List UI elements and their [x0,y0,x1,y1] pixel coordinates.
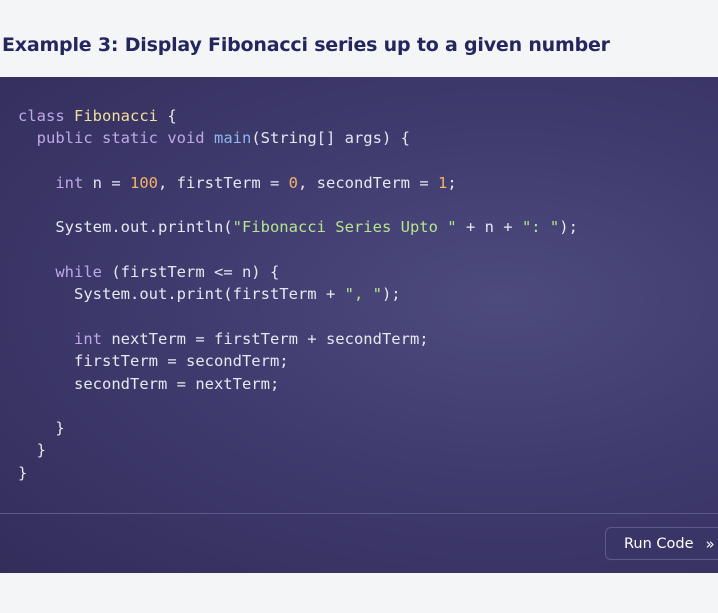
code-text: (firstTerm <= n) { [102,263,280,282]
class-name: Fibonacci [74,107,159,125]
code-line-6: System.out.print(firstTerm + ", "); [74,285,401,303]
closing-brace-main: } [36,441,47,460]
string-literal: ": " [521,218,560,237]
code-line-2: public static void main(String[] args) { [37,129,410,147]
code-text: nextTerm = firstTerm + secondTerm; [102,329,429,348]
keyword-class: class [18,107,65,125]
panel-divider [0,513,718,514]
code-line-3: int n = 100, firstTerm = 0, secondTerm =… [55,174,456,192]
closing-brace-class: } [18,463,28,482]
double-chevron-right-icon: » [705,534,715,553]
bottom-strip [0,573,718,613]
code-text: + n + [456,218,522,237]
keyword-int: int [74,329,102,348]
code-text: ); [559,218,578,237]
code-text: , firstTerm = [158,173,289,192]
code-text: System.out.print(firstTerm + [74,285,345,304]
string-literal: ", " [344,285,382,304]
string-literal: "Fibonacci Series Upto " [232,218,457,237]
page: Example 3: Display Fibonacci series up t… [0,0,718,613]
number-literal: 100 [130,173,158,192]
code-line-5: while (firstTerm <= n) { [55,263,279,281]
keyword-int: int [55,173,84,192]
code-text: , secondTerm = [298,173,438,192]
code-line-1: class Fibonacci { [18,107,177,125]
code-block: class Fibonacci { public static void mai… [18,105,578,484]
code-line-7: int nextTerm = firstTerm + secondTerm; [74,330,429,348]
code-text: ; [447,173,457,192]
run-code-label: Run Code [624,535,694,552]
example-heading: Example 3: Display Fibonacci series up t… [2,34,610,56]
code-text: n = [83,173,130,192]
code-text: System.out.println( [55,218,233,237]
run-code-button[interactable]: Run Code » [605,527,718,560]
number-literal: 1 [437,173,448,192]
method-name: main [214,129,252,148]
code-text: (String[] args) { [251,129,410,148]
code-text: ); [381,285,401,304]
keyword-while: while [55,263,102,282]
code-line-8: firstTerm = secondTerm; [74,352,289,371]
code-line-4: System.out.println("Fibonacci Series Upt… [55,218,578,236]
code-line-9: secondTerm = nextTerm; [74,374,280,393]
number-literal: 0 [288,173,298,192]
keyword-modifiers: public static void [36,129,205,148]
code-editor-panel: class Fibonacci { public static void mai… [0,77,718,573]
code-text: { [158,107,177,125]
closing-brace-while: } [55,419,65,438]
